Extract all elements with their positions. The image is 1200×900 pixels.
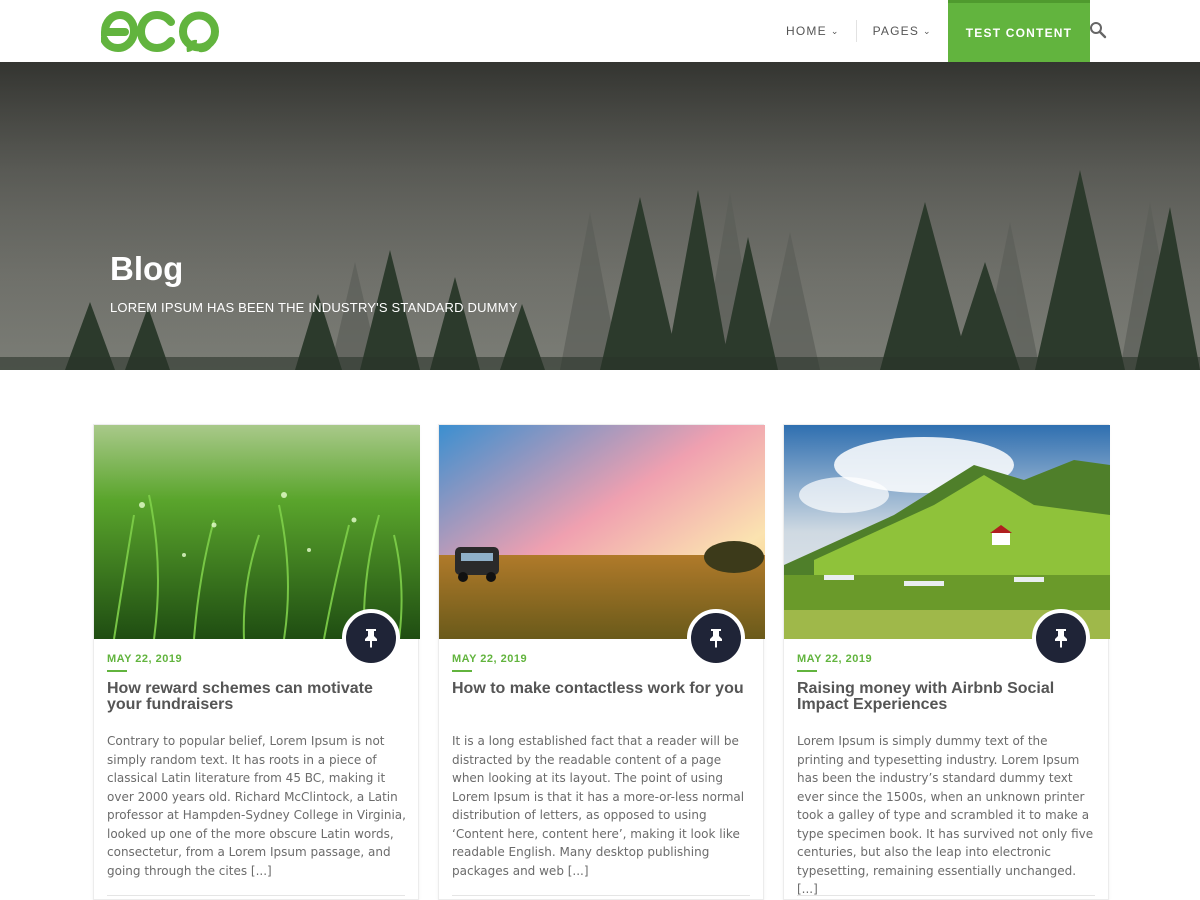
blog-card: MAY 22, 2019 Raising money with Airbnb S… (783, 424, 1110, 900)
pin-icon (365, 629, 377, 648)
pin-icon (710, 629, 722, 648)
nav-pages[interactable]: PAGES ⌄ (857, 0, 948, 62)
main-nav: HOME ⌄ PAGES ⌄ TEST CONTENT (770, 0, 1091, 62)
page-title: Blog (110, 250, 184, 287)
post-excerpt: Contrary to popular belief, Lorem Ipsum … (107, 734, 406, 878)
card-divider (107, 895, 405, 896)
nav-home[interactable]: HOME ⌄ (770, 0, 856, 62)
nav-test-content-label: TEST CONTENT (965, 25, 1073, 40)
post-title[interactable]: How to make contactless work for you (452, 681, 752, 697)
nav-pages-label: PAGES (872, 24, 920, 38)
chevron-down-icon: ⌄ (830, 25, 840, 36)
post-image-grass[interactable] (94, 425, 420, 639)
pin-button[interactable] (1032, 609, 1090, 667)
hero-banner: Blog LOREM IPSUM HAS BEEN THE INDUSTRY'S… (0, 62, 1200, 370)
date-underline (452, 670, 472, 672)
pin-button[interactable] (687, 609, 745, 667)
chevron-down-icon: ⌄ (923, 25, 932, 36)
card-divider (452, 895, 750, 896)
blog-card: MAY 22, 2019 How reward schemes can moti… (93, 424, 420, 900)
pin-icon (1055, 629, 1067, 648)
site-header: HOME ⌄ PAGES ⌄ TEST CONTENT (0, 0, 1200, 62)
nav-home-label: HOME (786, 24, 827, 38)
pin-button[interactable] (342, 609, 400, 667)
page-subtitle: LOREM IPSUM HAS BEEN THE INDUSTRY'S STAN… (110, 300, 518, 315)
post-title[interactable]: How reward schemes can motivate your fun… (107, 681, 407, 713)
search-icon[interactable] (1088, 20, 1108, 40)
post-excerpt: It is a long established fact that a rea… (452, 734, 745, 878)
post-excerpt: Lorem Ipsum is simply dummy text of the … (797, 734, 1094, 896)
post-title[interactable]: Raising money with Airbnb Social Impact … (797, 681, 1097, 713)
card-divider (797, 895, 1095, 896)
forest-background-image (0, 62, 1200, 370)
post-date: MAY 22, 2019 (107, 653, 183, 665)
post-date: MAY 22, 2019 (797, 653, 873, 665)
date-underline (107, 670, 127, 672)
blog-card: MAY 22, 2019 How to make contactless wor… (438, 424, 765, 900)
eco-logo[interactable] (101, 6, 225, 56)
post-image-mountains[interactable] (784, 425, 1110, 639)
post-date: MAY 22, 2019 (452, 653, 528, 665)
post-image-sunset-field[interactable] (439, 425, 765, 639)
date-underline (797, 670, 817, 672)
nav-test-content[interactable]: TEST CONTENT (947, 0, 1091, 62)
